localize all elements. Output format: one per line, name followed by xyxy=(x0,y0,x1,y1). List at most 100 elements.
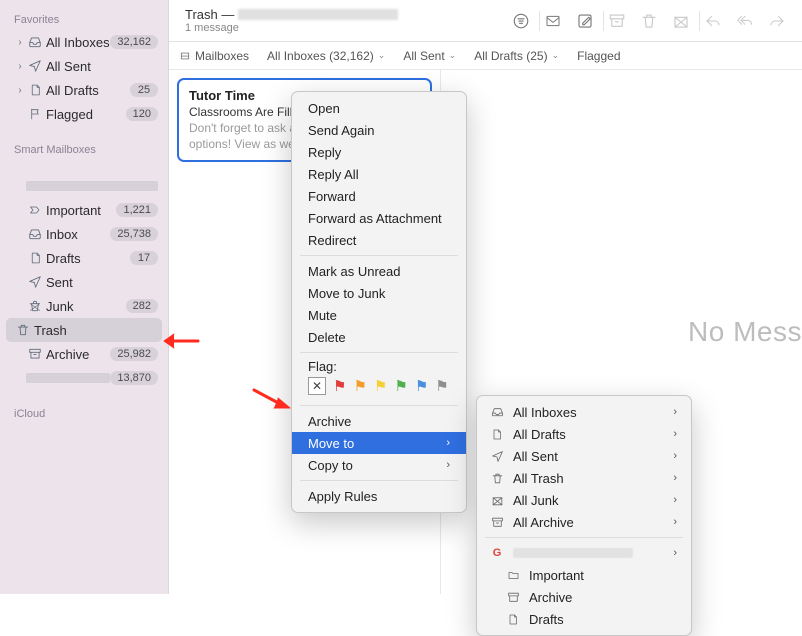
menu-label: Move to Junk xyxy=(308,286,385,301)
archive-button[interactable] xyxy=(602,7,632,35)
submenu-all-junk[interactable]: All Junk› xyxy=(477,489,691,511)
sidebar-label: Sent xyxy=(44,275,158,290)
submenu-drafts[interactable]: Drafts xyxy=(477,608,691,630)
filter-all-drafts[interactable]: All Drafts (25) ⌄ xyxy=(474,49,559,63)
sidebar-item-all-sent[interactable]: › All Sent xyxy=(0,54,168,78)
menu-mark-unread[interactable]: Mark as Unread xyxy=(292,260,466,282)
filter-flagged[interactable]: Flagged xyxy=(577,49,620,63)
sidebar-label: Trash xyxy=(32,323,158,338)
submenu-archive[interactable]: Archive xyxy=(477,586,691,608)
archive-icon xyxy=(489,516,505,529)
menu-separator xyxy=(485,537,683,538)
menu-send-again[interactable]: Send Again xyxy=(292,119,466,141)
sidebar-item-all-drafts[interactable]: › All Drafts 25 xyxy=(0,78,168,102)
menu-open[interactable]: Open xyxy=(292,97,466,119)
annotation-arrow-icon xyxy=(250,386,294,416)
flag-blue-icon[interactable]: ⚑ xyxy=(415,377,428,395)
junk-icon xyxy=(489,494,505,507)
flag-red-icon[interactable]: ⚑ xyxy=(333,377,346,395)
menu-move-to[interactable]: Move to› xyxy=(292,432,466,454)
sidebar-label: Junk xyxy=(44,299,126,314)
forward-button[interactable] xyxy=(762,7,792,35)
chevron-right-icon[interactable]: › xyxy=(14,37,26,48)
sidebar-item-sent[interactable]: Sent xyxy=(0,270,168,294)
sidebar-item-all-inboxes[interactable]: › All Inboxes 32,162 xyxy=(0,30,168,54)
paper-plane-icon xyxy=(26,59,44,73)
sidebar-item-junk[interactable]: Junk 282 xyxy=(0,294,168,318)
chevron-down-icon: ⌄ xyxy=(378,50,386,61)
sidebar-item-account-name[interactable]: x xyxy=(0,174,168,198)
menu-reply-all[interactable]: Reply All xyxy=(292,163,466,185)
menu-apply-rules[interactable]: Apply Rules xyxy=(292,485,466,507)
sidebar-item-flagged[interactable]: Flagged 120 xyxy=(0,102,168,126)
document-icon xyxy=(505,613,521,626)
filter-all-inboxes[interactable]: All Inboxes (32,162) ⌄ xyxy=(267,49,385,63)
smart-mailboxes-heading: Smart Mailboxes xyxy=(0,140,168,160)
submenu-important[interactable]: Important xyxy=(477,564,691,586)
mailboxes-label: Mailboxes xyxy=(195,49,249,63)
chevron-right-icon: › xyxy=(446,437,450,449)
document-icon xyxy=(26,83,44,97)
sidebar-item-trash[interactable]: Trash xyxy=(6,318,162,342)
menu-label: Open xyxy=(308,101,340,116)
filter-button[interactable] xyxy=(506,7,536,35)
flag-gray-icon[interactable]: ⚑ xyxy=(435,377,448,395)
junk-button[interactable] xyxy=(666,7,696,35)
chevron-right-icon: › xyxy=(673,406,677,418)
document-icon xyxy=(489,428,505,441)
message-sender: Tutor Time xyxy=(189,88,255,103)
menu-forward-attachment[interactable]: Forward as Attachment xyxy=(292,207,466,229)
sidebar-item-redacted[interactable]: x 13,870 xyxy=(0,366,168,390)
redacted-label: x xyxy=(26,181,158,191)
menu-move-junk[interactable]: Move to Junk xyxy=(292,282,466,304)
submenu-all-drafts[interactable]: All Drafts› xyxy=(477,423,691,445)
submenu-label: Drafts xyxy=(529,612,564,627)
menu-archive[interactable]: Archive xyxy=(292,410,466,432)
filter-all-sent[interactable]: All Sent ⌄ xyxy=(403,49,456,63)
submenu-label: All Junk xyxy=(513,493,559,508)
sidebar-item-important[interactable]: Important 1,221 xyxy=(0,198,168,222)
compose-button[interactable] xyxy=(570,7,600,35)
submenu-label: All Inboxes xyxy=(513,405,577,420)
redacted-label: x xyxy=(26,373,110,383)
submenu-all-trash[interactable]: All Trash› xyxy=(477,467,691,489)
flag-orange-icon[interactable]: ⚑ xyxy=(353,377,366,395)
chevron-right-icon: › xyxy=(673,450,677,462)
submenu-account[interactable]: G› xyxy=(477,542,691,564)
flag-yellow-icon[interactable]: ⚑ xyxy=(374,377,387,395)
menu-redirect[interactable]: Redirect xyxy=(292,229,466,251)
flag-row: ✕ ⚑ ⚑ ⚑ ⚑ ⚑ ⚑ xyxy=(292,375,466,401)
sidebar-item-drafts[interactable]: Drafts 17 xyxy=(0,246,168,270)
menu-reply[interactable]: Reply xyxy=(292,141,466,163)
delete-button[interactable] xyxy=(634,7,664,35)
move-to-submenu: All Inboxes › All Drafts› All Sent› All T… xyxy=(476,395,692,636)
reply-all-button[interactable] xyxy=(730,7,760,35)
submenu-all-inboxes[interactable]: All Inboxes › xyxy=(477,401,691,423)
favorites-heading: Favorites xyxy=(0,10,168,30)
chevron-right-icon[interactable]: › xyxy=(14,85,26,96)
menu-mute[interactable]: Mute xyxy=(292,304,466,326)
flag-green-icon[interactable]: ⚑ xyxy=(394,377,407,395)
submenu-all-sent[interactable]: All Sent› xyxy=(477,445,691,467)
menu-label: Archive xyxy=(308,414,351,429)
chevron-right-icon[interactable]: › xyxy=(14,61,26,72)
menu-delete[interactable]: Delete xyxy=(292,326,466,348)
menu-forward[interactable]: Forward xyxy=(292,185,466,207)
sidebar-item-archive[interactable]: Archive 25,982 xyxy=(0,342,168,366)
message-count: 1 message xyxy=(185,22,504,34)
flag-icon xyxy=(26,107,44,121)
filter-label: All Drafts (25) xyxy=(474,49,547,63)
paper-plane-icon xyxy=(26,275,44,289)
filter-label: All Inboxes (32,162) xyxy=(267,49,374,63)
menu-copy-to[interactable]: Copy to› xyxy=(292,454,466,476)
submenu-all-archive[interactable]: All Archive› xyxy=(477,511,691,533)
reply-button[interactable] xyxy=(698,7,728,35)
inbox-icon xyxy=(26,35,44,49)
mailboxes-toggle[interactable]: Mailboxes xyxy=(179,49,249,63)
window-title-prefix: Trash — xyxy=(185,7,234,22)
sidebar-item-inbox[interactable]: Inbox 25,738 xyxy=(0,222,168,246)
sidebar-badge: 25,982 xyxy=(110,347,158,361)
flag-clear[interactable]: ✕ xyxy=(308,377,326,395)
annotation-arrow-icon xyxy=(160,330,200,352)
mail-button[interactable] xyxy=(538,7,568,35)
